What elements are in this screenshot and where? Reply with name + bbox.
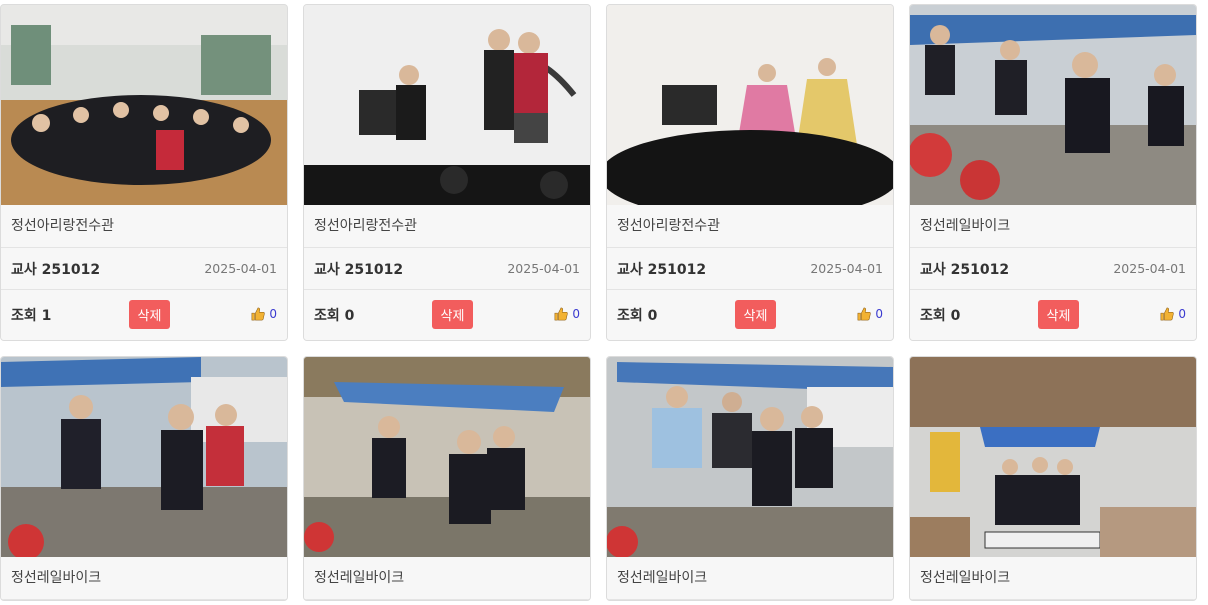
card-meta: 교사 251012 2025-04-01 [304,248,590,290]
gallery-card[interactable]: 정선레일바이크 [909,356,1197,601]
card-meta: 교사 251012 2025-04-01 [607,248,893,290]
card-footer: 조회 0 삭제 0 [304,290,590,340]
like-button[interactable]: 0 [251,307,277,321]
gallery-card[interactable]: 정선레일바이크 [0,356,288,601]
photo-thumbnail[interactable] [304,357,590,557]
like-button[interactable]: 0 [1160,307,1186,321]
photo-thumbnail[interactable] [607,5,893,205]
photo-thumbnail[interactable] [910,357,1196,557]
delete-button[interactable]: 삭제 [735,300,776,329]
card-author: 교사 251012 [920,261,1010,278]
thumbs-up-icon [554,307,569,321]
thumbs-up-icon [251,307,266,321]
gallery-card[interactable]: 정선아리랑전수관 교사 251012 2025-04-01 조회 0 삭제 0 [606,4,894,341]
card-footer: 조회 0 삭제 0 [910,290,1196,340]
delete-button[interactable]: 삭제 [129,300,170,329]
card-meta: 교사 251012 2025-04-01 [910,248,1196,290]
card-views: 조회 0 [314,308,355,324]
like-count: 0 [269,307,277,321]
card-date: 2025-04-01 [810,261,883,276]
photo-thumbnail[interactable] [1,5,287,205]
card-place: 정선레일바이크 [1,557,287,600]
card-views: 조회 0 [617,308,658,324]
card-meta: 교사 251012 2025-04-01 [1,248,287,290]
card-place: 정선레일바이크 [910,205,1196,248]
thumbs-up-icon [857,307,872,321]
card-date: 2025-04-01 [1113,261,1186,276]
card-place: 정선아리랑전수관 [304,205,590,248]
card-footer: 조회 0 삭제 0 [607,290,893,340]
photo-thumbnail[interactable] [1,357,287,557]
gallery-card[interactable]: 정선아리랑전수관 교사 251012 2025-04-01 조회 0 삭제 0 [303,4,591,341]
gallery-card[interactable]: 정선아리랑전수관 교사 251012 2025-04-01 조회 1 삭제 0 [0,4,288,341]
card-author: 교사 251012 [314,261,404,278]
photo-thumbnail[interactable] [910,5,1196,205]
gallery-card[interactable]: 정선레일바이크 [303,356,591,601]
delete-button[interactable]: 삭제 [432,300,473,329]
card-views: 조회 1 [11,308,52,324]
gallery-card[interactable]: 정선레일바이크 [606,356,894,601]
like-button[interactable]: 0 [554,307,580,321]
like-count: 0 [1178,307,1186,321]
card-author: 교사 251012 [11,261,101,278]
thumbs-up-icon [1160,307,1175,321]
card-date: 2025-04-01 [507,261,580,276]
like-button[interactable]: 0 [857,307,883,321]
card-place: 정선아리랑전수관 [607,205,893,248]
card-place: 정선아리랑전수관 [1,205,287,248]
card-place: 정선레일바이크 [910,557,1196,600]
card-footer: 조회 1 삭제 0 [1,290,287,340]
photo-thumbnail[interactable] [607,357,893,557]
gallery-card[interactable]: 정선레일바이크 교사 251012 2025-04-01 조회 0 삭제 0 [909,4,1197,341]
card-place: 정선레일바이크 [304,557,590,600]
delete-button[interactable]: 삭제 [1038,300,1079,329]
card-date: 2025-04-01 [204,261,277,276]
like-count: 0 [875,307,883,321]
card-views: 조회 0 [920,308,961,324]
card-author: 교사 251012 [617,261,707,278]
like-count: 0 [572,307,580,321]
card-place: 정선레일바이크 [607,557,893,600]
photo-thumbnail[interactable] [304,5,590,205]
